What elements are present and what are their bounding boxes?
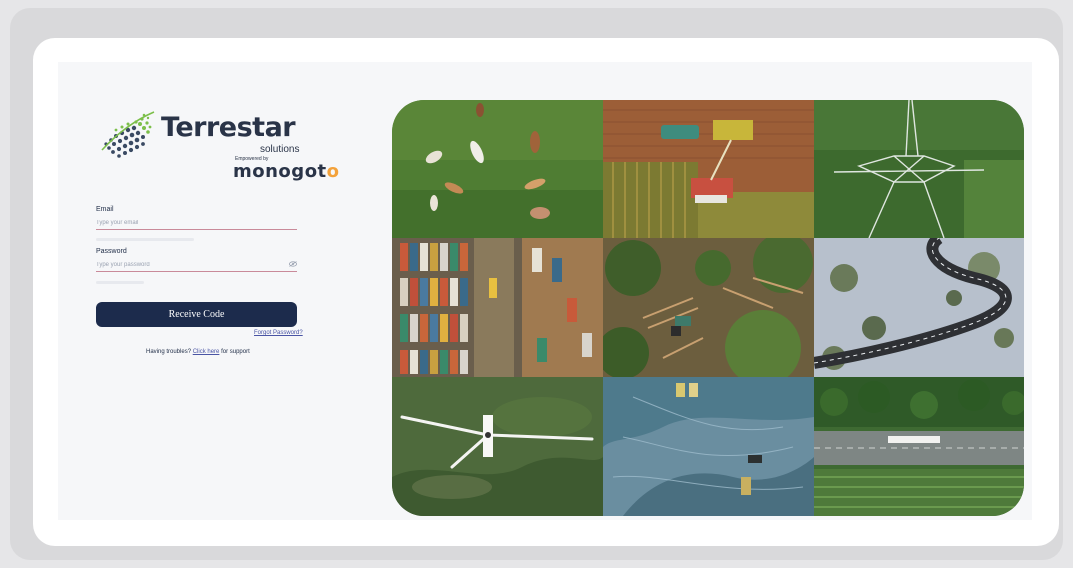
forgot-password-link[interactable]: Forgot Password?: [254, 330, 303, 336]
email-field[interactable]: [96, 217, 297, 230]
brand-name: Terrestar: [161, 112, 296, 143]
support-suffix: for support: [221, 349, 250, 355]
support-prefix: Having troubles?: [146, 349, 192, 355]
cattle-field-photo: [392, 100, 603, 238]
mining-site-photo: [603, 377, 814, 516]
support-text: Having troubles? Click here for support: [146, 349, 250, 355]
container-port-photo: [392, 238, 603, 377]
receive-code-button[interactable]: Receive Code: [96, 302, 297, 327]
eye-icon[interactable]: [289, 261, 297, 267]
wind-turbine-photo: [392, 377, 603, 516]
password-label: Password: [96, 248, 127, 255]
password-field[interactable]: [96, 259, 297, 272]
partner-logo-accent: o: [326, 161, 340, 182]
email-hint: [96, 238, 194, 241]
globe-logo-icon: [101, 111, 155, 158]
snowy-road-photo: [814, 238, 1024, 377]
brand-tagline: solutions: [260, 144, 300, 155]
partner-logo: monogoto: [233, 161, 340, 182]
forest-logging-photo: [603, 238, 814, 377]
harvester-field-photo: [603, 100, 814, 238]
highway-truck-photo: [814, 377, 1024, 516]
email-label: Email: [96, 206, 114, 213]
login-card: Terrestar solutions Empowered by monogot…: [33, 38, 1059, 546]
password-hint: [96, 281, 144, 284]
login-page: Terrestar solutions Empowered by monogot…: [58, 62, 1032, 520]
photo-mosaic: [392, 100, 1024, 516]
support-link[interactable]: Click here: [193, 349, 220, 355]
power-pylon-photo: [814, 100, 1024, 238]
partner-logo-main: monogot: [233, 161, 327, 182]
brand-logo: Terrestar solutions Empowered by monogot…: [96, 100, 339, 185]
